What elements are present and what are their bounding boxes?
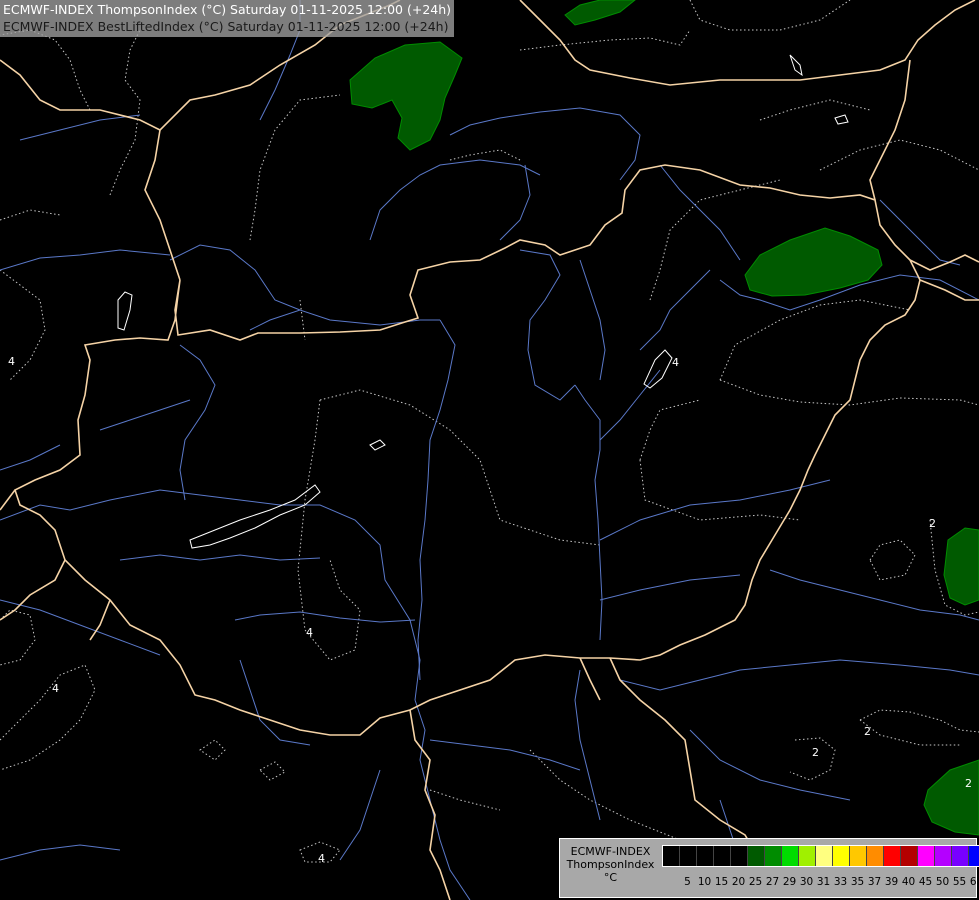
contour-label: 4 [306, 626, 313, 639]
legend-tick-label: 29 [782, 876, 797, 888]
contour-label: 2 [812, 746, 819, 759]
legend-swatch [918, 846, 935, 866]
legend-parameter: ThompsonIndex [566, 858, 655, 871]
legend-swatch [867, 846, 884, 866]
legend-tick-label: 55 [952, 876, 967, 888]
contour-label: 2 [929, 517, 936, 530]
legend-swatches [662, 845, 979, 867]
legend-swatch [765, 846, 782, 866]
legend-tick-label: 20 [731, 876, 746, 888]
contour-label: 2 [965, 777, 972, 790]
legend-tick-label: 5 [684, 876, 691, 888]
contour-label: 2 [864, 725, 871, 738]
legend-swatch [731, 846, 748, 866]
title-thompson-index: ECMWF-INDEX ThompsonIndex (°C) Saturday … [3, 2, 452, 17]
legend-tick-label: 27 [765, 876, 780, 888]
map-background [0, 0, 979, 900]
legend-tick-label: 30 [799, 876, 814, 888]
legend-swatch [748, 846, 765, 866]
weather-map: 4 4 4 4 4 2 2 2 2 [0, 0, 979, 900]
legend-unit: °C [603, 871, 618, 884]
legend-swatch [782, 846, 799, 866]
legend-swatch [680, 846, 697, 866]
fill-area-right-mid [943, 527, 979, 606]
legend-swatch [850, 846, 867, 866]
legend-title: ECMWF-INDEX ThompsonIndex °C [563, 845, 658, 884]
contour-label: 4 [318, 852, 325, 865]
legend-swatch [935, 846, 952, 866]
legend-model: ECMWF-INDEX [570, 845, 651, 858]
legend-tick-label: 25 [748, 876, 763, 888]
title-best-lifted-index: ECMWF-INDEX BestLiftedIndex (°C) Saturda… [3, 19, 449, 34]
legend-swatch [969, 846, 979, 866]
legend-swatch [697, 846, 714, 866]
legend-swatch [952, 846, 969, 866]
legend-tick-label: 60 [969, 876, 979, 888]
legend-swatch [833, 846, 850, 866]
legend-swatch [663, 846, 680, 866]
legend-tick-label: 31 [816, 876, 831, 888]
legend-tick-label: 50 [935, 876, 950, 888]
legend-tick-labels: 5 1015202527293031333537394045505560 [662, 875, 979, 889]
legend-tick-label: 10 [697, 876, 712, 888]
legend-tick-label: 37 [867, 876, 882, 888]
legend-swatch [714, 846, 731, 866]
legend-swatch [799, 846, 816, 866]
legend-tick-label: 35 [850, 876, 865, 888]
contour-label: 4 [52, 682, 59, 695]
legend-tick-label: 39 [884, 876, 899, 888]
legend-tick-label: 33 [833, 876, 848, 888]
legend-tick-label: 15 [714, 876, 729, 888]
contour-label: 4 [672, 356, 679, 369]
legend-tick-label: 45 [918, 876, 933, 888]
legend-swatch [816, 846, 833, 866]
color-legend: ECMWF-INDEX ThompsonIndex °C 5 10 15 20 25 27… [559, 838, 979, 898]
legend-swatch [901, 846, 918, 866]
legend-swatch [884, 846, 901, 866]
contour-label: 4 [8, 355, 15, 368]
map-title-box: ECMWF-INDEX ThompsonIndex (°C) Saturday … [0, 0, 455, 37]
legend-tick-label: 40 [901, 876, 916, 888]
